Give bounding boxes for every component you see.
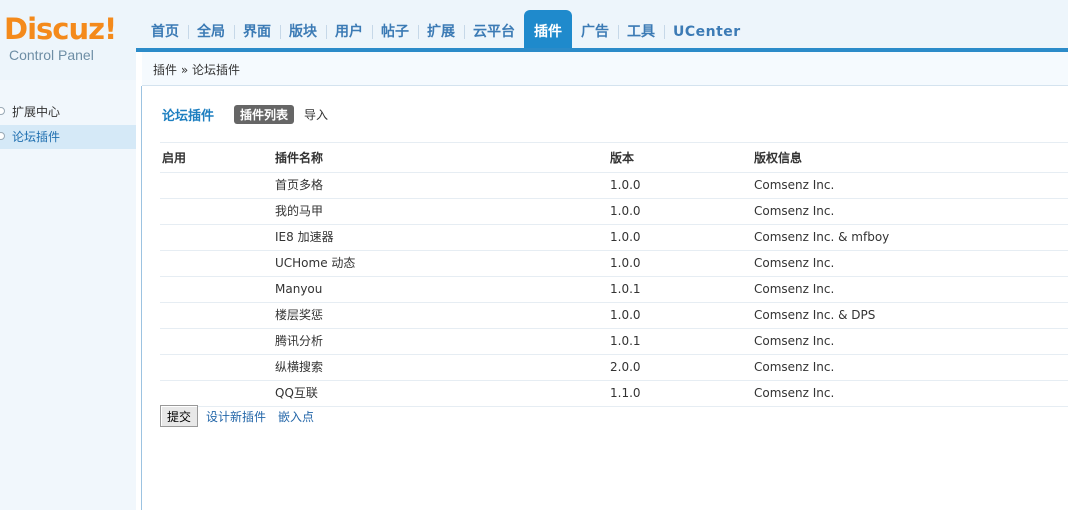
nav-item-cloud[interactable]: 云平台 — [464, 10, 524, 48]
tab-plugin-list[interactable]: 插件列表 — [234, 104, 295, 124]
logo[interactable]: Discuz! Control Panel — [0, 0, 136, 80]
logo-wordmark: Discuz! — [4, 10, 117, 48]
cell-enabled[interactable] — [160, 172, 273, 199]
column-header-name: 插件名称 — [275, 151, 324, 165]
logo-brand: Discuz — [4, 12, 105, 46]
plugin-table: 启用 插件名称 版本 版权信息 首页多格 1.0.0 Comsenz Inc. … — [160, 144, 1068, 407]
column-header-version: 版本 — [610, 151, 635, 165]
submit-button[interactable]: 提交 — [160, 405, 199, 427]
nav-item-plugins[interactable]: 插件 — [524, 10, 572, 48]
table-row: 首页多格 1.0.0 Comsenz Inc. — [160, 172, 1068, 199]
nav-item-posts[interactable]: 帖子 — [372, 10, 418, 48]
table-row: 腾讯分析 1.0.1 Comsenz Inc. — [160, 328, 1068, 355]
form-actions: 提交 设计新插件 嵌入点 — [160, 405, 326, 427]
main-nav: 首页 全局 界面 版块 用户 帖子 扩展 云平台 插件 广告 工具 UCente… — [142, 10, 750, 48]
nav-item-ucenter[interactable]: UCenter — [664, 10, 750, 48]
table-row: 纵横搜索 2.0.0 Comsenz Inc. — [160, 354, 1068, 381]
cell-copyright: Comsenz Inc. — [752, 380, 1068, 407]
table-row: QQ互联 1.1.0 Comsenz Inc. — [160, 380, 1068, 407]
logo-bang: ! — [104, 12, 117, 46]
sidebar-item-extension-center[interactable]: 扩展中心 — [0, 100, 136, 124]
cell-name: 纵横搜索 — [273, 354, 608, 381]
sidebar-item-label: 论坛插件 — [12, 130, 61, 144]
cell-copyright: Comsenz Inc. — [752, 354, 1068, 381]
nav-item-ads[interactable]: 广告 — [572, 10, 618, 48]
cell-name: 楼层奖惩 — [273, 302, 608, 329]
table-row: 楼层奖惩 1.0.0 Comsenz Inc. & DPS — [160, 302, 1068, 329]
nav-item-extensions[interactable]: 扩展 — [418, 10, 464, 48]
hooks-link[interactable]: 嵌入点 — [278, 408, 314, 425]
nav-item-blocks[interactable]: 版块 — [280, 10, 326, 48]
cell-enabled[interactable] — [160, 380, 273, 407]
cell-name: 首页多格 — [273, 172, 608, 199]
cell-copyright: Comsenz Inc. — [752, 328, 1068, 355]
cell-version: 1.0.1 — [608, 328, 752, 355]
breadcrumb: 插件 » 论坛插件 — [153, 63, 240, 77]
table-row: 我的马甲 1.0.0 Comsenz Inc. — [160, 198, 1068, 225]
cell-version: 1.0.0 — [608, 198, 752, 225]
cell-name: 我的马甲 — [273, 198, 608, 225]
cell-name: Manyou — [273, 276, 608, 303]
cell-copyright: Comsenz Inc. — [752, 172, 1068, 199]
table-header-row: 启用 插件名称 版本 版权信息 — [160, 144, 1068, 173]
cell-version: 1.0.1 — [608, 276, 752, 303]
column-header-copyright: 版权信息 — [754, 151, 803, 165]
bullet-icon — [0, 132, 5, 140]
cell-copyright: Comsenz Inc. & mfboy — [752, 224, 1068, 251]
cell-copyright: Comsenz Inc. — [752, 198, 1068, 225]
cell-version: 1.0.0 — [608, 224, 752, 251]
cell-name: IE8 加速器 — [273, 224, 608, 251]
sidebar-item-forum-plugins[interactable]: 论坛插件 — [0, 125, 136, 149]
tab-import[interactable]: 导入 — [298, 105, 334, 124]
cell-enabled[interactable] — [160, 354, 273, 381]
nav-item-interface[interactable]: 界面 — [234, 10, 280, 48]
nav-item-global[interactable]: 全局 — [188, 10, 234, 48]
cell-copyright: Comsenz Inc. — [752, 250, 1068, 277]
nav-item-home[interactable]: 首页 — [142, 10, 188, 48]
cell-enabled[interactable] — [160, 276, 273, 303]
sidebar-divider — [141, 86, 142, 510]
nav-item-users[interactable]: 用户 — [326, 10, 372, 48]
table-row: Manyou 1.0.1 Comsenz Inc. — [160, 276, 1068, 303]
title-row: 论坛插件 插件列表 导入 — [162, 104, 338, 124]
cell-enabled[interactable] — [160, 198, 273, 225]
cell-copyright: Comsenz Inc. — [752, 276, 1068, 303]
cell-name: UCHome 动态 — [273, 250, 608, 277]
table-row: IE8 加速器 1.0.0 Comsenz Inc. & mfboy — [160, 224, 1068, 251]
design-new-plugin-link[interactable]: 设计新插件 — [206, 408, 266, 425]
cell-enabled[interactable] — [160, 250, 273, 277]
sidebar: 扩展中心 论坛插件 — [0, 80, 136, 510]
sidebar-item-label: 扩展中心 — [12, 105, 61, 119]
page-title: 论坛插件 — [162, 108, 215, 124]
cell-copyright: Comsenz Inc. & DPS — [752, 302, 1068, 329]
table-row: UCHome 动态 1.0.0 Comsenz Inc. — [160, 250, 1068, 277]
logo-subtitle: Control Panel — [9, 47, 94, 63]
cell-version: 2.0.0 — [608, 354, 752, 381]
cell-enabled[interactable] — [160, 302, 273, 329]
nav-item-tools[interactable]: 工具 — [618, 10, 664, 48]
divider — [160, 142, 1068, 143]
cell-version: 1.0.0 — [608, 172, 752, 199]
cell-name: QQ互联 — [273, 380, 608, 407]
column-header-enabled: 启用 — [162, 151, 187, 165]
cell-name: 腾讯分析 — [273, 328, 608, 355]
cell-version: 1.0.0 — [608, 302, 752, 329]
cell-enabled[interactable] — [160, 328, 273, 355]
cell-version: 1.1.0 — [608, 380, 752, 407]
cell-enabled[interactable] — [160, 224, 273, 251]
breadcrumb-bar: 插件 » 论坛插件 — [142, 52, 1068, 86]
cell-version: 1.0.0 — [608, 250, 752, 277]
bullet-icon — [0, 107, 5, 115]
